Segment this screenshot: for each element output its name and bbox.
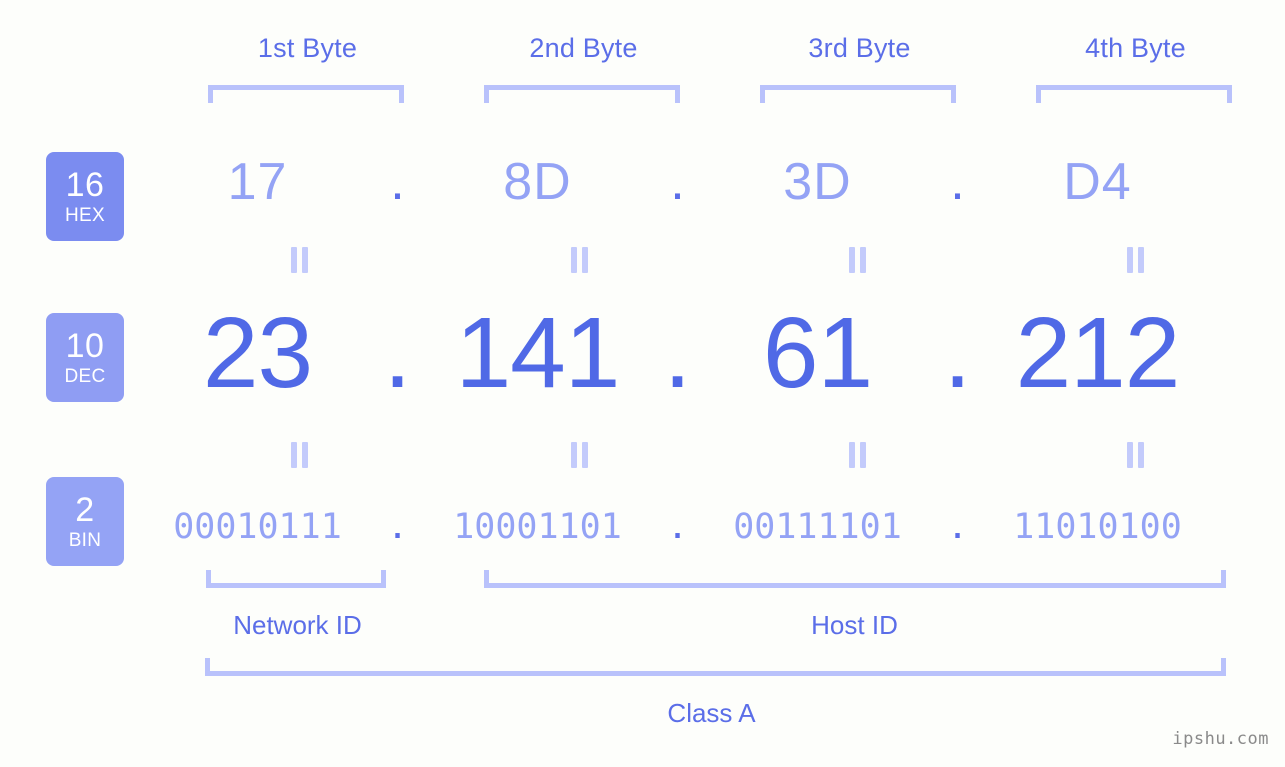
bin-separator-3: .	[951, 496, 964, 548]
dec-separator-1: .	[383, 297, 412, 409]
byte-bracket-3	[760, 85, 956, 103]
hex-byte-4: D4	[1063, 153, 1132, 211]
byte-bracket-4	[1036, 85, 1232, 103]
byte-header-1: 1st Byte	[257, 33, 358, 63]
byte-header-2: 2nd Byte	[529, 33, 638, 63]
class-label: Class A	[667, 698, 756, 728]
network-id-bracket	[206, 570, 386, 588]
base-badge-hex-number: 16	[65, 166, 105, 204]
hex-byte-3: 3D	[783, 153, 852, 211]
equals-icon-hex-dec-3	[848, 247, 868, 273]
equals-icon-hex-dec-4	[1126, 247, 1146, 273]
dec-separator-3: .	[943, 297, 972, 409]
host-id-bracket	[484, 570, 1226, 588]
bin-byte-2: 10001101	[453, 507, 622, 547]
equals-icon-dec-bin-2	[570, 442, 590, 468]
base-badge-hex-abbr: HEX	[65, 205, 105, 226]
hex-byte-2: 8D	[503, 153, 572, 211]
bin-byte-1: 00010111	[173, 507, 342, 547]
base-badge-bin-number: 2	[75, 491, 95, 529]
base-badge-bin-abbr: BIN	[68, 530, 102, 551]
equals-icon-hex-dec-2	[570, 247, 590, 273]
network-id-label: Network ID	[233, 610, 362, 640]
base-badge-bin: 2 BIN	[46, 477, 124, 566]
byte-header-3: 3rd Byte	[808, 33, 911, 63]
class-bracket	[205, 658, 1226, 676]
equals-icon-dec-bin-4	[1126, 442, 1146, 468]
dec-value-row: 23 . 141 . 61 . 212	[140, 296, 1260, 416]
base-badge-dec-number: 10	[65, 327, 105, 365]
watermark: ipshu.com	[1172, 729, 1269, 749]
hex-value-row: 17 . 8D . 3D . D4	[140, 152, 1260, 244]
bin-value-row: 00010111 . 10001101 . 00111101 . 1101010…	[140, 495, 1260, 551]
dec-byte-1: 23	[202, 297, 313, 409]
equals-icon-dec-bin-1	[290, 442, 310, 468]
dec-byte-3: 61	[762, 297, 873, 409]
dec-byte-4: 212	[1015, 297, 1181, 409]
base-badge-dec: 10 DEC	[46, 313, 124, 402]
base-badge-dec-abbr: DEC	[64, 366, 106, 387]
hex-separator-2: .	[670, 153, 685, 211]
bin-byte-3: 00111101	[733, 507, 902, 547]
bin-separator-1: .	[391, 496, 404, 548]
dec-separator-2: .	[663, 297, 692, 409]
hex-separator-1: .	[390, 153, 405, 211]
dec-byte-2: 141	[455, 297, 621, 409]
bin-separator-2: .	[671, 496, 684, 548]
base-badge-hex: 16 HEX	[46, 152, 124, 241]
host-id-label: Host ID	[811, 610, 898, 640]
byte-bracket-1	[208, 85, 404, 103]
byte-bracket-2	[484, 85, 680, 103]
ip-address-diagram: 1st Byte 2nd Byte 3rd Byte 4th Byte 16 H…	[0, 0, 1285, 767]
bin-byte-4: 11010100	[1013, 507, 1182, 547]
equals-icon-dec-bin-3	[848, 442, 868, 468]
equals-icon-hex-dec-1	[290, 247, 310, 273]
hex-byte-1: 17	[227, 153, 288, 211]
byte-header-4: 4th Byte	[1085, 33, 1186, 63]
hex-separator-3: .	[950, 153, 965, 211]
